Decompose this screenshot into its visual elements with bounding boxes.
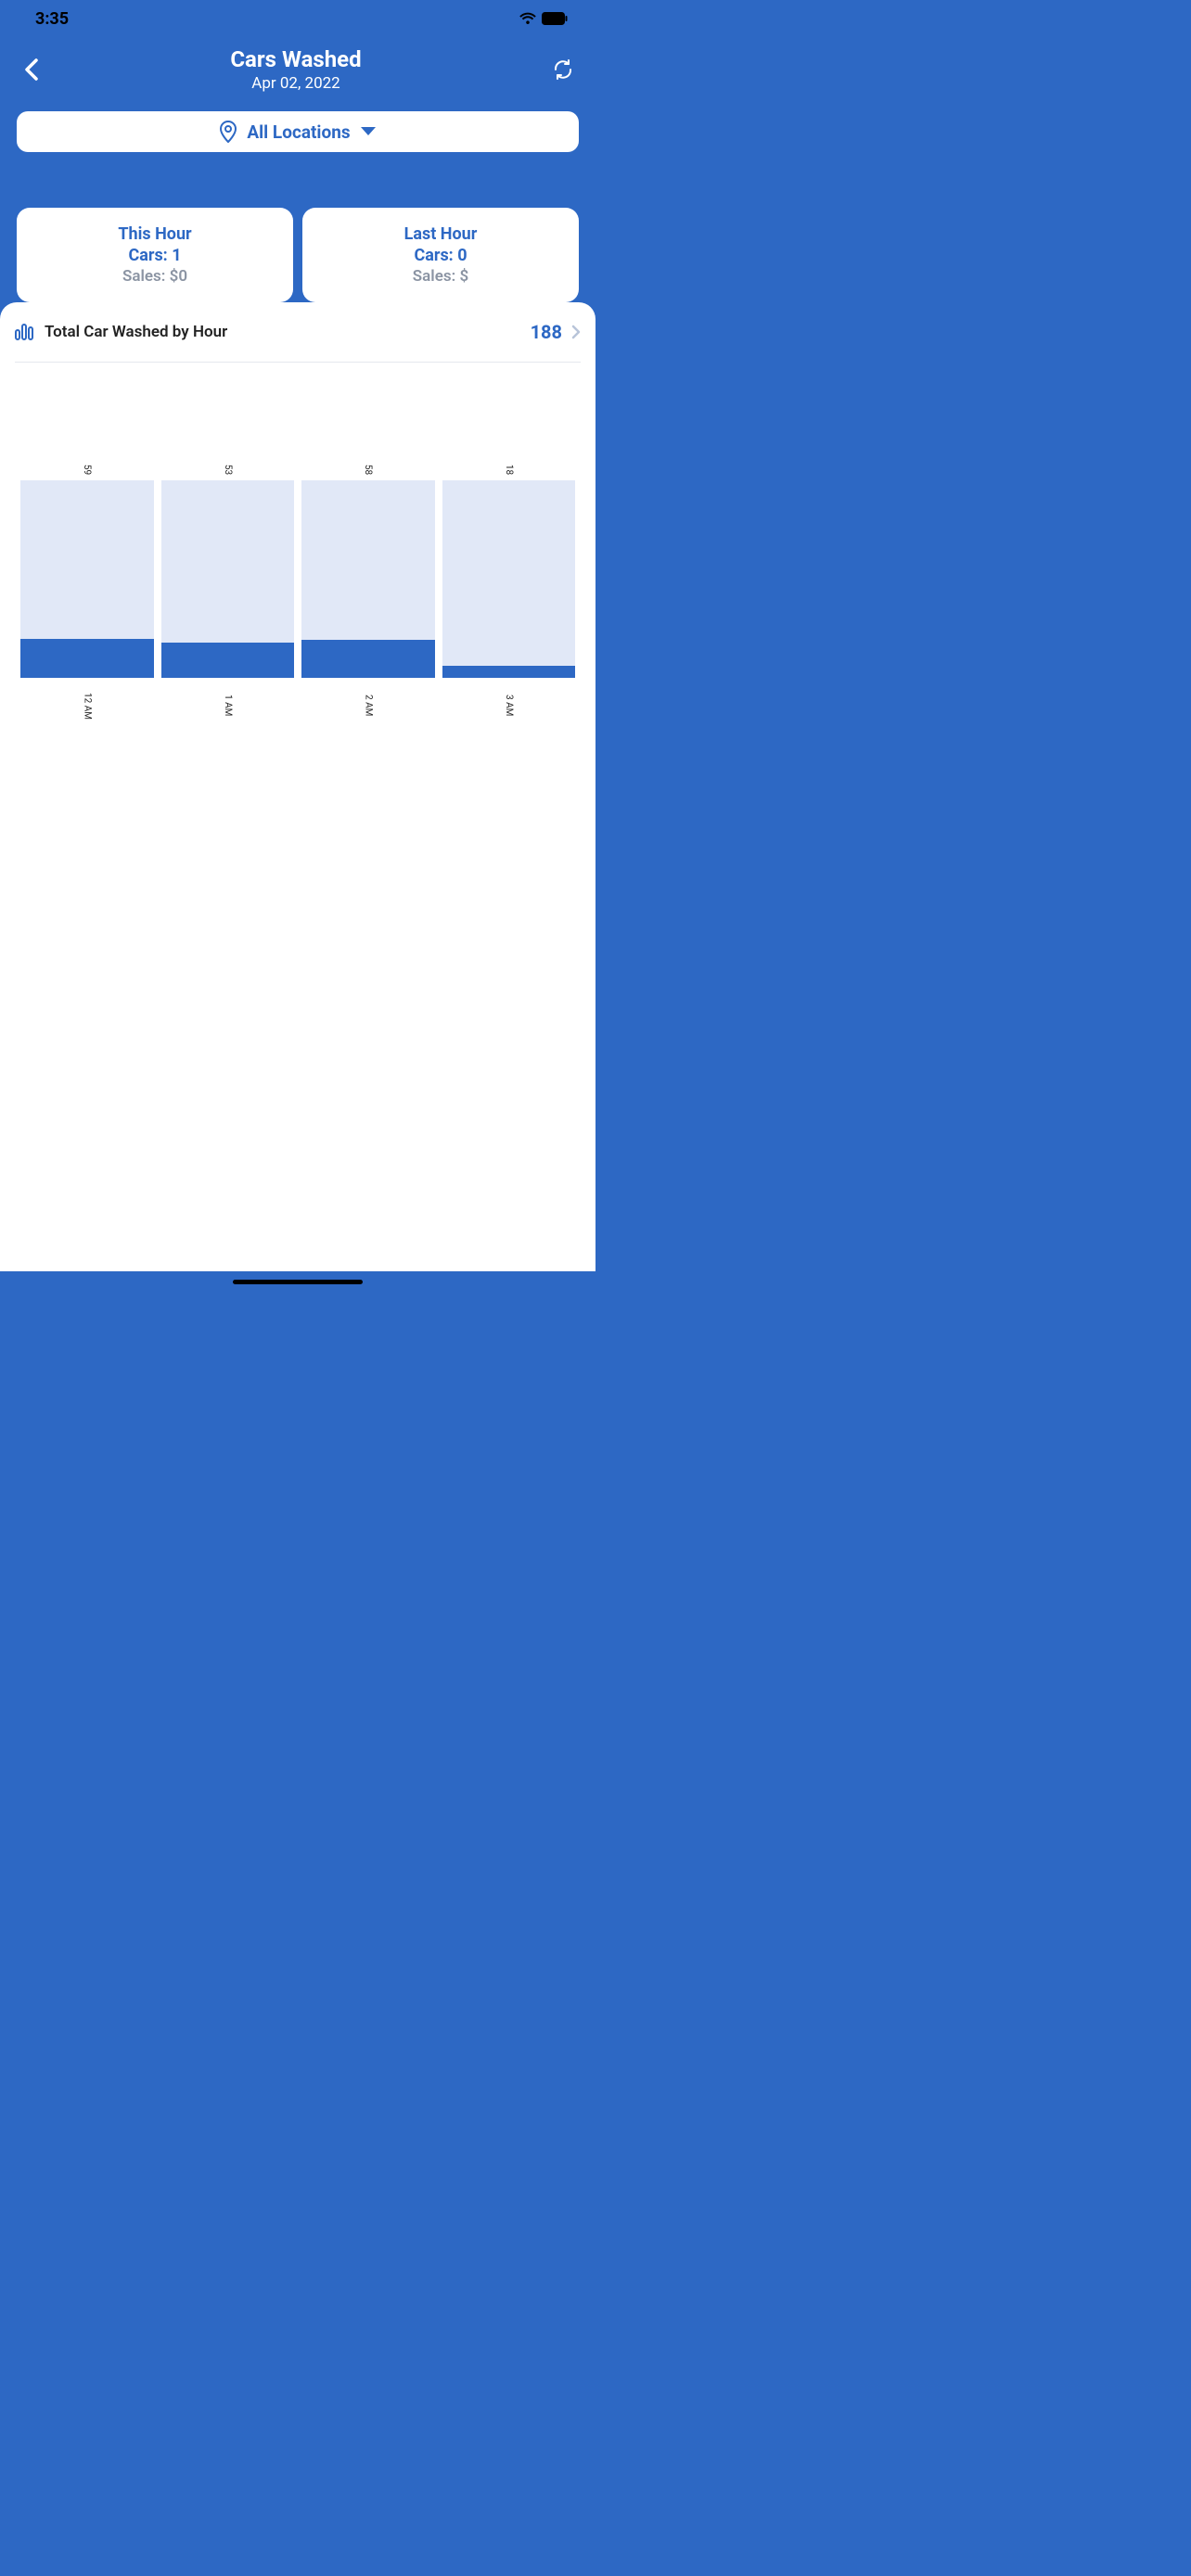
app-header: Cars Washed Apr 02, 2022	[0, 37, 596, 104]
bar-track	[161, 480, 295, 678]
card-sales: Sales: $0	[24, 267, 286, 286]
status-time: 3:35	[35, 9, 69, 29]
back-button[interactable]	[17, 56, 45, 83]
page-date: Apr 02, 2022	[45, 74, 547, 93]
refresh-button[interactable]	[547, 54, 579, 85]
card-sales: Sales: $	[310, 267, 571, 286]
header-center: Cars Washed Apr 02, 2022	[45, 46, 547, 93]
bar-chart-icon	[15, 322, 35, 342]
wifi-icon	[519, 12, 536, 25]
chart-area: 59 53 58 18	[15, 465, 581, 678]
bar-fill	[301, 640, 435, 678]
status-bar: 3:35	[0, 0, 596, 37]
card-title: This Hour	[24, 224, 286, 244]
chart-total: 188	[531, 321, 562, 343]
bar-track	[20, 480, 154, 678]
x-axis-label: 1 AM	[161, 689, 295, 722]
card-cars: Cars: 1	[24, 246, 286, 265]
bar-value-label: 18	[504, 465, 514, 475]
bar-value-label: 58	[363, 465, 373, 475]
location-pin-icon	[219, 121, 237, 143]
home-indicator[interactable]	[233, 1280, 363, 1284]
bar-fill	[442, 666, 576, 678]
battery-icon	[542, 12, 568, 25]
chart-bar[interactable]: 59	[20, 465, 154, 678]
chart-panel: Total Car Washed by Hour 188 59 53 58 18 12…	[0, 302, 596, 1271]
chart-bar[interactable]: 58	[301, 465, 435, 678]
x-axis-label: 2 AM	[301, 689, 435, 722]
card-title: Last Hour	[310, 224, 571, 244]
bar-value-label: 59	[82, 465, 92, 475]
bar-track	[442, 480, 576, 678]
card-cars: Cars: 0	[310, 246, 571, 265]
x-axis-label: 12 AM	[20, 689, 154, 722]
status-right	[519, 12, 568, 25]
chart-header[interactable]: Total Car Washed by Hour 188	[15, 321, 581, 363]
last-hour-card[interactable]: Last Hour Cars: 0 Sales: $	[302, 208, 579, 302]
chart-title: Total Car Washed by Hour	[45, 323, 521, 341]
chevron-down-icon	[360, 126, 377, 137]
bar-fill	[20, 639, 154, 678]
bar-fill	[161, 643, 295, 678]
this-hour-card[interactable]: This Hour Cars: 1 Sales: $0	[17, 208, 293, 302]
x-axis-label: 3 AM	[442, 689, 576, 722]
location-label: All Locations	[247, 121, 350, 143]
bar-value-label: 53	[223, 465, 233, 475]
bar-track	[301, 480, 435, 678]
chart-x-labels: 12 AM1 AM2 AM3 AM	[15, 678, 581, 722]
stat-cards-row: This Hour Cars: 1 Sales: $0 Last Hour Ca…	[0, 152, 596, 302]
chart-bar[interactable]: 53	[161, 465, 295, 678]
chart-bar[interactable]: 18	[442, 465, 576, 678]
page-title: Cars Washed	[45, 46, 547, 72]
location-selector[interactable]: All Locations	[17, 111, 579, 152]
chevron-right-icon	[571, 325, 581, 339]
